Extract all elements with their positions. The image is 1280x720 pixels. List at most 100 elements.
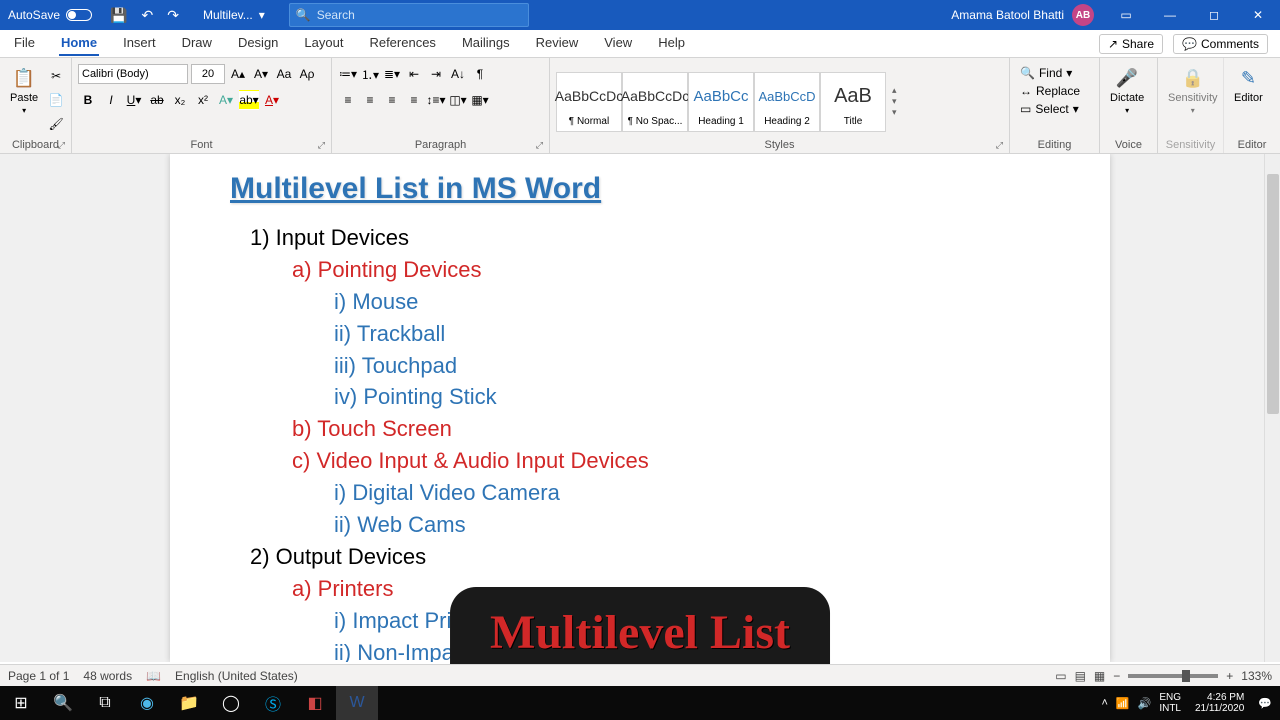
text-effects-icon[interactable]: A▾ (216, 90, 236, 110)
language-indicator[interactable]: English (United States) (175, 669, 298, 683)
focus-view-icon[interactable]: ▭ (1055, 669, 1066, 683)
list-item[interactable]: iii) Touchpad (334, 350, 1050, 382)
tab-view[interactable]: View (602, 31, 634, 56)
zoom-slider[interactable] (1128, 674, 1218, 678)
spellcheck-icon[interactable]: 📖 (146, 669, 161, 683)
clear-format-icon[interactable]: Aρ (297, 64, 317, 84)
change-case-icon[interactable]: Aa (274, 64, 294, 84)
grow-font-icon[interactable]: A▴ (228, 64, 248, 84)
tab-home[interactable]: Home (59, 31, 99, 56)
doc-heading[interactable]: Multilevel List in MS Word (230, 172, 1050, 206)
edge-icon[interactable]: ◉ (126, 686, 168, 720)
list-item[interactable]: ii) Web Cams (334, 509, 1050, 541)
subscript-button[interactable]: x₂ (170, 90, 190, 110)
paste-button[interactable]: 📋 Paste▾ (6, 64, 42, 117)
decrease-indent-icon[interactable]: ⇤ (404, 64, 424, 84)
select-button[interactable]: ▭ Select ▾ (1016, 100, 1083, 118)
word-icon[interactable]: W (336, 686, 378, 720)
tab-references[interactable]: References (367, 31, 437, 56)
maximize-icon[interactable]: ◻ (1192, 0, 1236, 30)
style--normal[interactable]: AaBbCcDc¶ Normal (556, 72, 622, 132)
document-canvas[interactable]: Multilevel List in MS Word 1) Input Devi… (0, 154, 1280, 662)
list-item[interactable]: i) Mouse (334, 286, 1050, 318)
tab-mailings[interactable]: Mailings (460, 31, 512, 56)
style-heading-2[interactable]: AaBbCcDHeading 2 (754, 72, 820, 132)
font-size-input[interactable] (191, 64, 225, 84)
align-center-icon[interactable]: ≡ (360, 90, 380, 110)
shading-icon[interactable]: ◫▾ (448, 90, 468, 110)
style-heading-1[interactable]: AaBbCcHeading 1 (688, 72, 754, 132)
share-button[interactable]: ↗ Share (1099, 34, 1163, 54)
list-item[interactable]: c) Video Input & Audio Input Devices (292, 445, 1050, 477)
italic-button[interactable]: I (101, 90, 121, 110)
styles-up-icon[interactable]: ▴ (892, 85, 897, 96)
explorer-icon[interactable]: 📁 (168, 686, 210, 720)
minimize-icon[interactable]: — (1148, 0, 1192, 30)
tab-review[interactable]: Review (534, 31, 581, 56)
superscript-button[interactable]: x² (193, 90, 213, 110)
cut-icon[interactable]: ✂ (46, 66, 66, 86)
copy-icon[interactable]: 📄 (46, 90, 66, 110)
undo-icon[interactable]: ↶ (141, 7, 153, 24)
sort-icon[interactable]: A↓ (448, 64, 468, 84)
format-painter-icon[interactable]: 🖌 (46, 114, 66, 134)
list-item[interactable]: iv) Pointing Stick (334, 381, 1050, 413)
styles-down-icon[interactable]: ▾ (892, 96, 897, 107)
tab-draw[interactable]: Draw (180, 31, 214, 56)
word-count[interactable]: 48 words (83, 669, 132, 683)
dictate-button[interactable]: 🎤Dictate▾ (1106, 64, 1148, 117)
borders-icon[interactable]: ▦▾ (470, 90, 490, 110)
start-button[interactable]: ⊞ (0, 686, 42, 720)
search-input[interactable]: 🔍 Search (289, 3, 529, 27)
tab-file[interactable]: File (12, 31, 37, 56)
close-icon[interactable]: ✕ (1236, 0, 1280, 30)
redo-icon[interactable]: ↷ (167, 7, 179, 24)
print-view-icon[interactable]: ▤ (1075, 669, 1086, 683)
show-marks-icon[interactable]: ¶ (470, 64, 490, 84)
justify-icon[interactable]: ≡ (404, 90, 424, 110)
comments-button[interactable]: 💬 Comments (1173, 34, 1268, 54)
styles-gallery[interactable]: AaBbCcDc¶ NormalAaBbCcDc¶ No Spac...AaBb… (556, 72, 886, 132)
zoom-out-icon[interactable]: − (1113, 669, 1120, 683)
ribbon-options-icon[interactable]: ▭ (1104, 0, 1148, 30)
tray-chevron-icon[interactable]: ˄ (1101, 697, 1107, 709)
increase-indent-icon[interactable]: ⇥ (426, 64, 446, 84)
list-item[interactable]: a) Pointing Devices (292, 254, 1050, 286)
save-icon[interactable]: 💾 (110, 7, 127, 24)
align-left-icon[interactable]: ≡ (338, 90, 358, 110)
wifi-icon[interactable]: 📶 (1116, 697, 1130, 710)
user-info[interactable]: Amama Batool Bhatti AB (941, 4, 1104, 26)
list-item[interactable]: 1) Input Devices (250, 222, 1050, 254)
tab-design[interactable]: Design (236, 31, 280, 56)
editor-button[interactable]: ✎Editor (1230, 64, 1267, 106)
style-title[interactable]: AaBTitle (820, 72, 886, 132)
list-item[interactable]: ii) Trackball (334, 318, 1050, 350)
find-button[interactable]: 🔍 Find ▾ (1016, 64, 1076, 82)
list-item[interactable]: 2) Output Devices (250, 541, 1050, 573)
page-indicator[interactable]: Page 1 of 1 (8, 669, 69, 683)
line-spacing-icon[interactable]: ↕≡▾ (426, 90, 446, 110)
zoom-in-icon[interactable]: + (1226, 669, 1233, 683)
list-item[interactable]: i) Digital Video Camera (334, 477, 1050, 509)
task-view-icon[interactable]: ⧉ (84, 686, 126, 720)
skype-icon[interactable]: Ⓢ (252, 686, 294, 720)
numbering-icon[interactable]: ⒈▾ (360, 64, 380, 84)
shrink-font-icon[interactable]: A▾ (251, 64, 271, 84)
strike-button[interactable]: ab (147, 90, 167, 110)
bold-button[interactable]: B (78, 90, 98, 110)
style--no-spac-[interactable]: AaBbCcDc¶ No Spac... (622, 72, 688, 132)
app-icon[interactable]: ◧ (294, 686, 336, 720)
multilevel-icon[interactable]: ≣▾ (382, 64, 402, 84)
tab-help[interactable]: Help (656, 31, 687, 56)
styles-more-icon[interactable]: ▾ (892, 107, 897, 118)
page[interactable]: Multilevel List in MS Word 1) Input Devi… (170, 154, 1110, 662)
vertical-scrollbar[interactable] (1264, 154, 1280, 662)
document-title[interactable]: Multilev...▾ (189, 8, 279, 22)
underline-button[interactable]: U▾ (124, 90, 144, 110)
autosave-toggle[interactable]: AutoSave (0, 8, 100, 22)
font-color-icon[interactable]: A▾ (262, 90, 282, 110)
volume-icon[interactable]: 🔊 (1138, 697, 1152, 710)
notifications-icon[interactable]: 💬 (1258, 697, 1272, 710)
tab-layout[interactable]: Layout (302, 31, 345, 56)
search-taskbar-icon[interactable]: 🔍 (42, 686, 84, 720)
